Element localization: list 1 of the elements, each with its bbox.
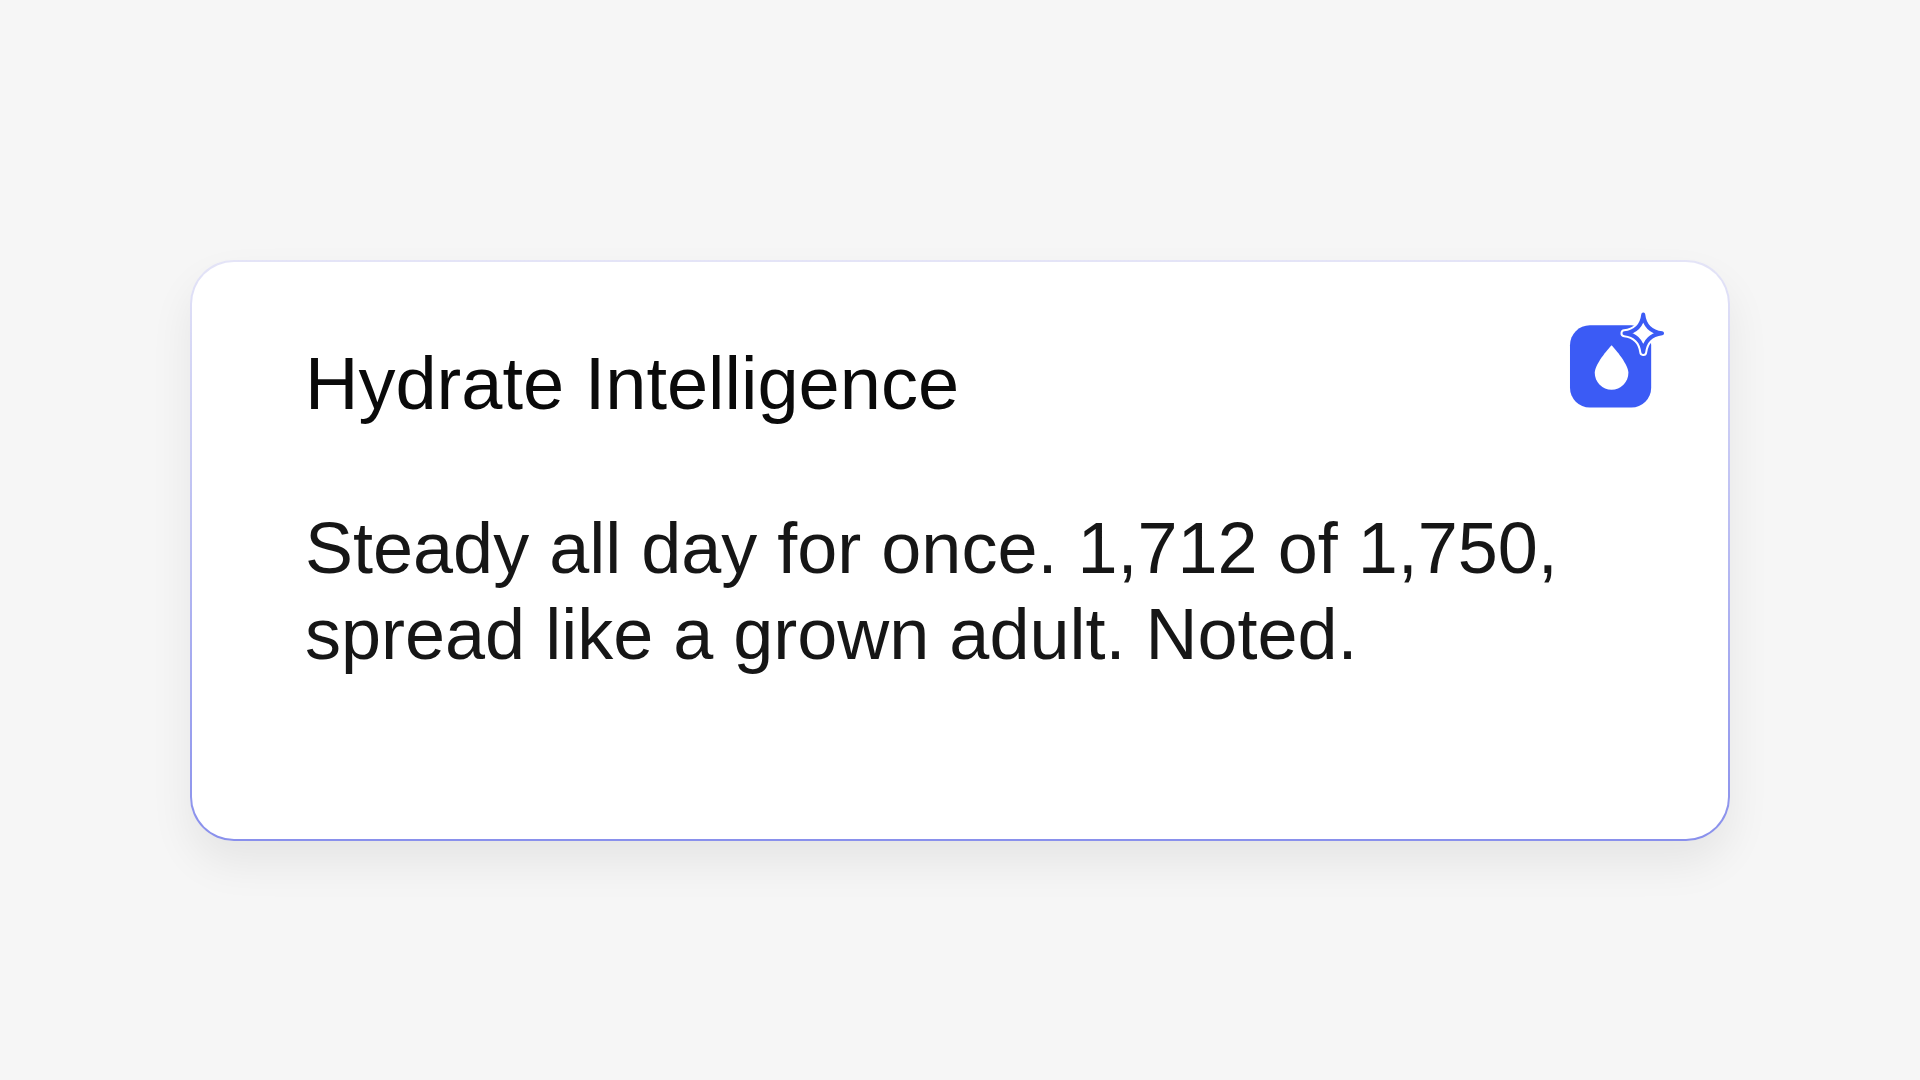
card-message: Steady all day for once. 1,712 of 1,750, spread like a grown adult. Noted. — [305, 507, 1559, 676]
